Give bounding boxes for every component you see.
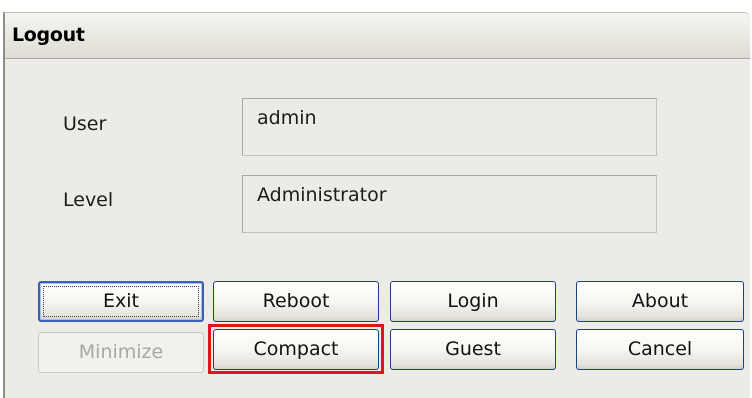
compact-button[interactable]: Compact: [213, 329, 379, 370]
level-field: Administrator: [242, 175, 657, 233]
user-label: User: [63, 113, 107, 135]
guest-button[interactable]: Guest: [390, 329, 556, 370]
login-button-label: Login: [447, 290, 499, 312]
about-button-label: About: [631, 290, 689, 312]
level-label: Level: [63, 189, 114, 211]
about-button[interactable]: About: [576, 281, 744, 322]
cancel-button[interactable]: Cancel: [576, 329, 744, 370]
cancel-button-label: Cancel: [627, 338, 693, 360]
exit-button[interactable]: Exit: [38, 281, 204, 322]
dialog-title: Logout: [12, 24, 85, 46]
exit-button-label: Exit: [103, 290, 139, 312]
reboot-button[interactable]: Reboot: [213, 281, 379, 322]
user-field: admin: [242, 98, 657, 156]
title-bar[interactable]: Logout: [5, 13, 750, 59]
minimize-button-label: Minimize: [78, 341, 164, 363]
reboot-button-label: Reboot: [262, 290, 330, 312]
compact-button-label: Compact: [253, 338, 339, 360]
login-button[interactable]: Login: [390, 281, 556, 322]
minimize-button[interactable]: Minimize: [38, 332, 204, 373]
guest-button-label: Guest: [445, 338, 501, 360]
